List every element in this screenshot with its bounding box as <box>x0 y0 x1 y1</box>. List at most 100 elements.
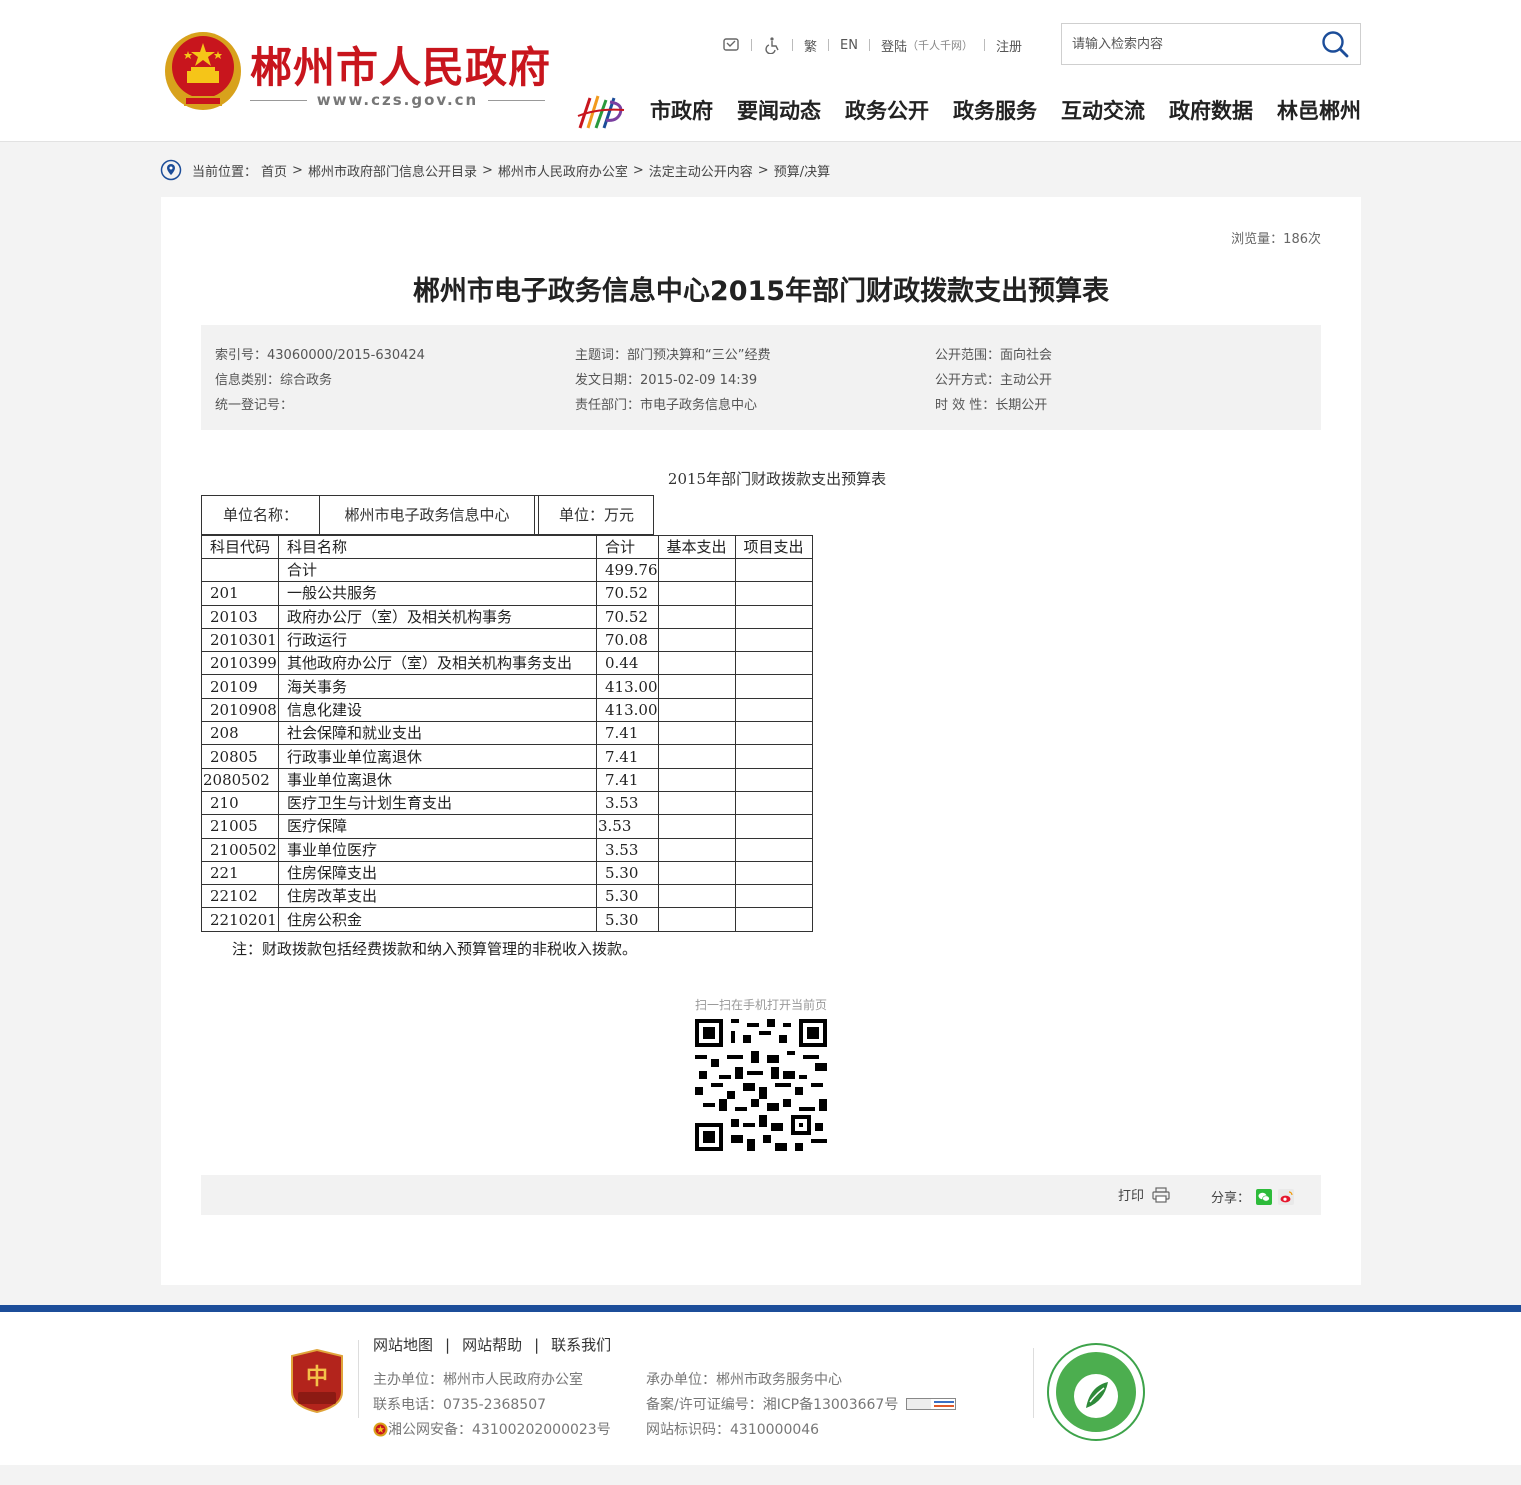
weibo-icon[interactable] <box>1278 1188 1295 1205</box>
search-box <box>1061 23 1361 65</box>
table-caption: 2015年部门财政拨款支出预算表 <box>667 470 887 488</box>
row-code: 2080502 <box>201 767 279 792</box>
login-note: （千人千网） <box>906 39 973 52</box>
row-basic <box>657 721 736 746</box>
footer-police-row: 湘公网安备：43100202000023号 <box>373 1419 611 1439</box>
row-code: 2010908 <box>201 697 279 723</box>
row-basic <box>657 814 736 839</box>
table-row: 22102 住房改革支出 5.30 <box>201 884 813 909</box>
footer-link-sitemap[interactable]: 网站地图 <box>373 1334 433 1355</box>
header-project: 项目支出 <box>734 535 813 559</box>
site-url: www.czs.gov.cn <box>316 91 479 109</box>
row-name: 行政运行 <box>278 627 597 653</box>
row-code: 210 <box>201 790 279 816</box>
wheelchair-icon[interactable] <box>763 36 781 54</box>
breadcrumb-separator: > <box>632 162 644 178</box>
row-basic <box>657 674 736 699</box>
row-project <box>734 557 813 583</box>
table-row: 20103 政府办公厅（室）及相关机构事务 70.52 <box>201 604 813 629</box>
footer-icp-row: 备案/许可证编号：湘ICP备13003667号 <box>646 1394 957 1414</box>
row-basic <box>657 557 736 583</box>
breadcrumb-separator: > <box>481 162 493 178</box>
row-total: 3.53 <box>596 790 659 816</box>
footer-link-contact[interactable]: 联系我们 <box>551 1334 611 1355</box>
row-name: 事业单位医疗 <box>278 837 597 862</box>
row-total: 7.41 <box>596 721 659 746</box>
row-project <box>734 674 813 699</box>
location-pin-icon <box>160 159 182 181</box>
row-project <box>734 721 813 746</box>
divider: | <box>445 1335 451 1354</box>
row-basic <box>657 790 736 816</box>
nav-item-open-government[interactable]: 政务公开 <box>845 95 929 125</box>
view-count: 浏览量：186次 <box>1231 232 1321 247</box>
divider <box>828 39 830 51</box>
row-name: 其他政府办公厅（室）及相关机构事务支出 <box>278 651 597 676</box>
meta-index-no: 索引号：43060000/2015-630424 <box>215 348 425 363</box>
article-meta: 索引号：43060000/2015-630424 信息类别：综合政务 统一登记号… <box>201 325 1321 430</box>
row-basic <box>657 627 736 653</box>
divider <box>250 99 307 101</box>
nav-item-linyi-chenzhou[interactable]: 林邑郴州 <box>1277 95 1361 125</box>
row-code: 22102 <box>201 884 279 909</box>
footer-police[interactable]: 湘公网安备：43100202000023号 <box>388 1419 611 1439</box>
meta-reg-no: 统一登记号： <box>215 398 294 413</box>
row-code: 20103 <box>201 604 279 629</box>
nav-item-services[interactable]: 政务服务 <box>953 95 1037 125</box>
breadcrumb-budget[interactable]: 预算/决算 <box>774 161 830 180</box>
accessibility-mode-icon[interactable] <box>722 36 740 54</box>
breadcrumb-office[interactable]: 郴州市人民政府办公室 <box>498 161 628 180</box>
nav-item-interaction[interactable]: 互动交流 <box>1061 95 1145 125</box>
register-link[interactable]: 注册 <box>996 36 1022 55</box>
unit-value: 郴州市电子政务信息中心 <box>320 496 535 534</box>
printer-icon <box>1152 1186 1170 1203</box>
national-emblem-icon <box>165 32 241 110</box>
article-card: 浏览量：186次 郴州市电子政务信息中心 2015年部门财政拨款支出预算表 索引号… <box>161 197 1361 1285</box>
party-government-badge-icon[interactable]: 中 <box>288 1348 346 1414</box>
nav-item-city-government[interactable]: 市政府 <box>650 95 713 125</box>
divider <box>1033 1348 1034 1418</box>
budget-table: 科目代码 科目名称 合计 基本支出 项目支出 合计 499.76 201 一般公共服… <box>201 535 813 932</box>
table-row: 20109 海关事务 413.00 <box>201 674 813 699</box>
row-name: 政府办公厅（室）及相关机构事务 <box>278 604 597 629</box>
row-total: 70.52 <box>596 581 659 606</box>
police-badge-icon[interactable] <box>373 1422 388 1437</box>
cnzz-icon[interactable] <box>906 1398 957 1410</box>
footer-sponsor: 主办单位：郴州市人民政府办公室 <box>373 1372 583 1388</box>
meta-mode: 公开方式：主动公开 <box>935 373 1053 388</box>
print-button[interactable]: 打印 <box>1118 1185 1170 1204</box>
search-input[interactable] <box>1062 24 1312 64</box>
site-footer: 中 网站地图 | 网站帮助 | 联系我们 主办单位：郴州市人民政府办公室 联系电… <box>0 1312 1521 1465</box>
search-icon[interactable] <box>1320 29 1350 59</box>
nav-item-news[interactable]: 要闻动态 <box>737 95 821 125</box>
footer-link-help[interactable]: 网站帮助 <box>462 1334 522 1355</box>
footer-icp[interactable]: 备案/许可证编号：湘ICP备13003667号 <box>646 1394 898 1414</box>
traditional-chinese-link[interactable]: 繁 <box>804 36 817 55</box>
breadcrumb-home[interactable]: 首页 <box>261 161 287 180</box>
row-name: 社会保障和就业支出 <box>278 721 597 746</box>
breadcrumb-directory[interactable]: 郴州市政府部门信息公开目录 <box>308 161 477 180</box>
row-total: 0.44 <box>596 651 659 676</box>
divider <box>868 39 870 51</box>
divider <box>792 39 793 51</box>
qr-label: 扫一扫在手机打开当前页 <box>694 998 827 1012</box>
breadcrumb-statutory[interactable]: 法定主动公开内容 <box>649 161 753 180</box>
nav-item-data[interactable]: 政府数据 <box>1169 95 1253 125</box>
login-link[interactable]: 登陆 <box>881 36 907 55</box>
table-note: 注：财政拨款包括经费拨款和纳入预算管理的非税收入拨款。 <box>232 940 638 958</box>
breadcrumb-separator: > <box>757 162 769 178</box>
row-project <box>734 790 813 816</box>
row-name: 合计 <box>278 557 597 583</box>
svg-text:中: 中 <box>306 1365 328 1390</box>
english-link[interactable]: EN <box>840 38 858 53</box>
table-row: 2010301 行政运行 70.08 <box>201 627 813 653</box>
wechat-icon[interactable] <box>1256 1188 1273 1205</box>
row-total: 3.53 <box>596 814 659 839</box>
breadcrumb-label: 当前位置： <box>192 164 258 180</box>
divider: | <box>534 1335 540 1354</box>
row-code: 2010301 <box>201 627 279 653</box>
row-total: 70.08 <box>596 627 659 653</box>
row-project <box>734 627 813 653</box>
row-basic <box>657 767 736 792</box>
civilized-city-logo-icon[interactable] <box>1046 1342 1146 1442</box>
